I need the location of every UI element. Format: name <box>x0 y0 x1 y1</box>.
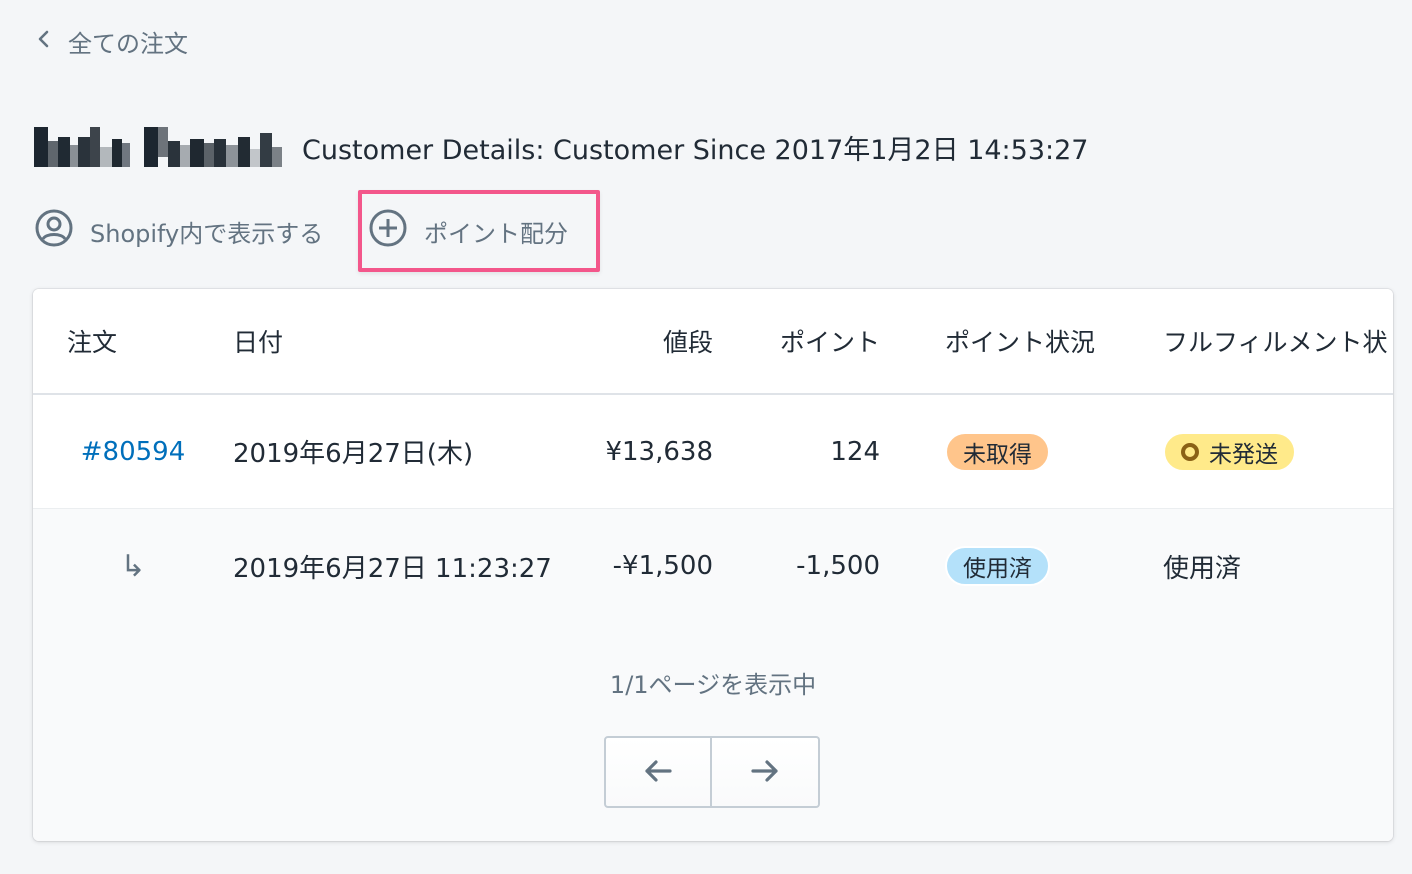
arrow-left-icon <box>640 753 676 792</box>
incomplete-status-icon <box>1181 442 1199 461</box>
action-bar: Shopify内で表示する ポイント配分 <box>34 190 600 272</box>
customer-name-redacted <box>34 126 282 168</box>
point-status-badge: 未取得 <box>945 431 1050 472</box>
order-price: ¥13,638 <box>605 436 713 467</box>
breadcrumb-back-link[interactable]: 全ての注文 <box>34 24 188 58</box>
usage-date: 2019年6月27日 11:23:27 <box>233 553 552 584</box>
table-row: #80594 2019年6月27日(木) ¥13,638 124 未取得 未発送 <box>33 395 1393 509</box>
column-header-points: ポイント <box>779 328 880 357</box>
column-header-fulfillment-status: フルフィルメント状 <box>1163 328 1388 357</box>
plus-circle-icon <box>368 208 408 254</box>
pagination-footer: 1/1ページを表示中 <box>33 623 1393 841</box>
customer-detail-page: 全ての注文 Customer Details: Customer Since 2… <box>0 0 1412 874</box>
fulfillment-status-text: 使用済 <box>1163 553 1242 584</box>
usage-price: -¥1,500 <box>612 551 713 581</box>
order-points: 124 <box>830 436 880 467</box>
column-header-point-status: ポイント状況 <box>945 328 1096 357</box>
order-number-link[interactable]: #80594 <box>81 437 186 467</box>
allocate-points-button[interactable]: ポイント配分 <box>358 190 600 272</box>
previous-page-button[interactable] <box>604 736 712 808</box>
view-in-shopify-label: Shopify内で表示する <box>90 219 324 248</box>
sub-row-arrow-icon: ↳ <box>120 548 146 584</box>
allocate-points-label: ポイント配分 <box>424 219 568 248</box>
breadcrumb-label: 全ての注文 <box>68 29 188 58</box>
table-row: ↳ 2019年6月27日 11:23:27 -¥1,500 -1,500 使用済… <box>33 509 1393 623</box>
point-status-badge: 使用済 <box>945 546 1050 586</box>
chevron-left-icon <box>34 27 54 55</box>
orders-card: 注文 日付 値段 ポイント ポイント状況 フルフィルメント状 #80594 20… <box>33 289 1393 841</box>
customer-since-text: Customer Details: Customer Since 2017年1月… <box>302 134 1089 166</box>
arrow-right-icon <box>747 753 783 792</box>
fulfillment-status-badge: 未発送 <box>1163 431 1296 472</box>
column-header-date: 日付 <box>233 328 284 357</box>
fulfillment-status-label: 未発送 <box>1209 441 1278 468</box>
column-header-price: 値段 <box>662 328 713 357</box>
usage-points: -1,500 <box>796 551 880 581</box>
column-header-order: 注文 <box>67 328 118 357</box>
table-header: 注文 日付 値段 ポイント ポイント状況 フルフィルメント状 <box>33 289 1393 395</box>
pagination-controls <box>604 736 820 808</box>
order-date: 2019年6月27日(木) <box>233 439 474 469</box>
view-in-shopify-button[interactable]: Shopify内で表示する <box>34 208 323 254</box>
page-info-text: 1/1ページを表示中 <box>609 671 817 699</box>
page-header: Customer Details: Customer Since 2017年1月… <box>34 124 1088 170</box>
next-page-button[interactable] <box>712 736 820 808</box>
user-circle-icon <box>34 208 74 254</box>
